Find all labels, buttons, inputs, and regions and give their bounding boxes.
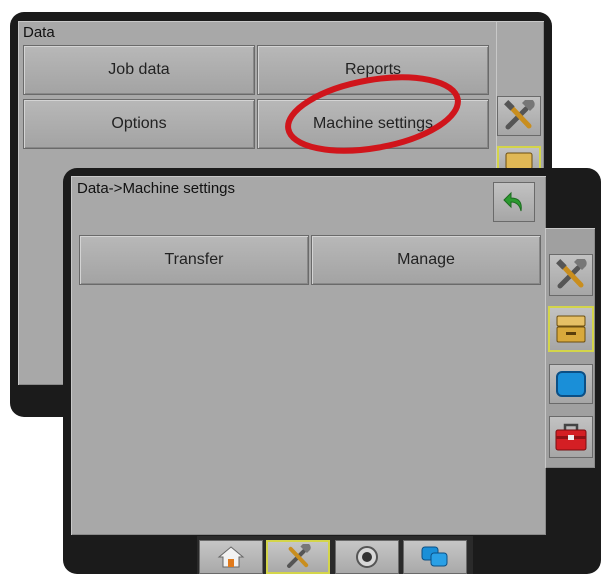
transfer-button[interactable]: Transfer [79,235,309,285]
nav-camera-button[interactable] [335,540,399,574]
nav-screens-button[interactable] [403,540,467,574]
front-main-panel [71,176,546,535]
camera-icon [354,544,380,570]
data-drawer-icon [554,313,588,345]
back-sidebar-tools-button[interactable] [497,96,541,136]
tools-icon [502,100,536,132]
tools-icon [283,544,313,570]
front-window: Data->Machine settings Transfer Manage [63,168,601,574]
options-button[interactable]: Options [23,99,255,149]
nav-home-button[interactable] [199,540,263,574]
back-arrow-icon [501,189,527,215]
screens-icon [420,544,450,570]
display-icon [555,370,587,398]
nav-tools-button[interactable] [266,540,330,574]
back-page-title: Data [23,24,55,41]
home-icon [217,545,245,569]
sidebar-item-data[interactable] [548,306,594,352]
manage-button[interactable]: Manage [311,235,541,285]
toolbox-icon [554,421,588,453]
page-title: Data->Machine settings [77,180,235,197]
back-arrow-button[interactable] [493,182,535,222]
sidebar-item-toolbox[interactable] [549,416,593,458]
sidebar-item-tools[interactable] [549,254,593,296]
job-data-button[interactable]: Job data [23,45,255,95]
sidebar-item-display[interactable] [549,364,593,404]
tools-icon [554,259,588,291]
highlight-annotation [285,74,461,154]
